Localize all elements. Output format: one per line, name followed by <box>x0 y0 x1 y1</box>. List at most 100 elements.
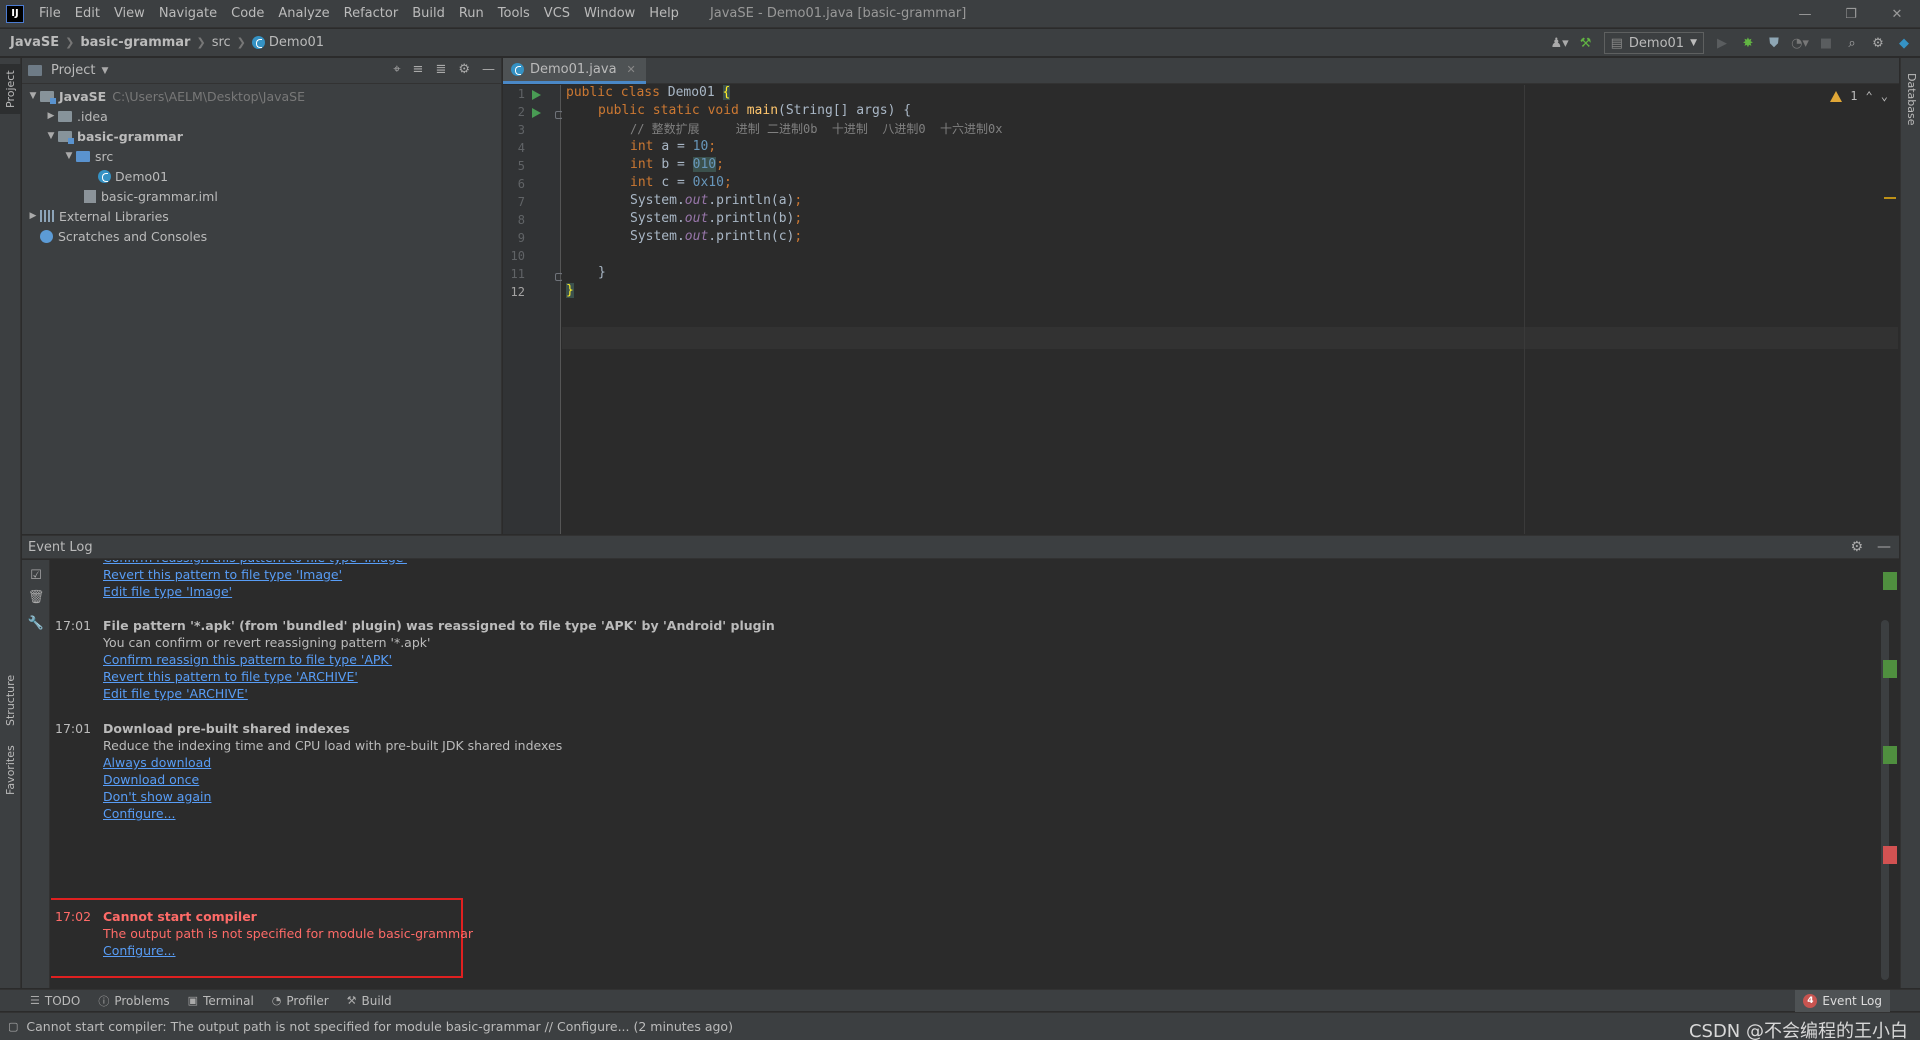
run-configuration-select[interactable]: ▤ Demo01 ▼ <box>1603 32 1704 54</box>
wrench-icon[interactable]: 🔧 <box>28 616 44 631</box>
mark-all-read-icon[interactable]: ☑ <box>29 568 43 583</box>
menu-edit[interactable]: Edit <box>68 0 107 28</box>
debug-icon[interactable]: ✸ <box>1740 35 1756 51</box>
code-editor[interactable]: public class Demo01 { public static void… <box>562 85 1898 534</box>
code-token: 010 <box>692 157 717 172</box>
project-view-icon <box>28 65 42 76</box>
toggle-tool-windows-icon[interactable]: ▢ <box>8 1020 18 1033</box>
project-tool-tab[interactable]: Project <box>0 64 21 114</box>
plugin-logo-icon[interactable]: ◆ <box>1896 35 1912 51</box>
menu-code[interactable]: Code <box>224 0 271 28</box>
menu-run[interactable]: Run <box>452 0 491 28</box>
tab-profiler-label: Profiler <box>286 993 329 1008</box>
event-log-error-count: 4 <box>1803 994 1818 1008</box>
tab-event-log[interactable]: 4 Event Log <box>1795 990 1890 1012</box>
breadcrumb-separator-icon: ❯ <box>236 36 246 49</box>
tree-item-external-libraries[interactable]: ▶ External Libraries <box>22 206 501 226</box>
locate-icon[interactable]: ⌖ <box>393 62 400 77</box>
project-panel-title[interactable]: Project <box>51 63 95 78</box>
chevron-down-icon[interactable]: ▼ <box>62 151 76 161</box>
chevron-up-icon[interactable]: ⌃ <box>1866 89 1873 103</box>
chevron-right-icon[interactable]: ▶ <box>26 211 40 221</box>
tree-item-src[interactable]: ▼ src <box>22 146 501 166</box>
tab-problems[interactable]: ⓘ Problems <box>98 993 169 1009</box>
log-link[interactable]: Configure... <box>103 941 176 961</box>
chevron-down-icon[interactable]: ▼ <box>101 66 108 76</box>
database-tool-tab[interactable]: Database <box>1901 64 1920 134</box>
library-icon <box>40 210 54 222</box>
tree-item-demo01[interactable]: Demo01 <box>22 166 501 186</box>
menu-analyze[interactable]: Analyze <box>271 0 336 28</box>
run-icon[interactable]: ▶ <box>1714 35 1730 51</box>
run-main-icon[interactable] <box>532 108 541 118</box>
chevron-down-icon[interactable]: ⌄ <box>1881 89 1888 103</box>
menu-help[interactable]: Help <box>642 0 686 28</box>
stop-icon[interactable]: ■ <box>1818 35 1834 51</box>
breadcrumb-project[interactable]: JavaSE <box>10 35 59 50</box>
tab-terminal[interactable]: ▣ Terminal <box>188 994 254 1008</box>
coverage-icon[interactable]: ⛊ <box>1766 35 1782 51</box>
tree-item-idea[interactable]: ▶ .idea <box>22 106 501 126</box>
code-token: ; <box>716 157 724 172</box>
log-link[interactable]: Edit file type 'ARCHIVE' <box>103 684 248 704</box>
tab-profiler[interactable]: ◔ Profiler <box>272 994 329 1008</box>
tree-item-basic-grammar[interactable]: ▼ basic-grammar <box>22 126 501 146</box>
menu-view[interactable]: View <box>107 0 152 28</box>
tree-item-javase[interactable]: ▼ JavaSE C:\Users\AELM\Desktop\JavaSE <box>22 86 501 106</box>
code-token: int <box>630 139 662 154</box>
chevron-down-icon[interactable]: ▼ <box>44 131 58 141</box>
log-marker[interactable] <box>1883 746 1897 764</box>
restore-icon[interactable]: ❐ <box>1828 0 1874 28</box>
log-marker[interactable] <box>1883 572 1897 590</box>
hide-panel-icon[interactable]: — <box>1877 539 1891 555</box>
code-token: main <box>746 103 779 118</box>
breadcrumb-class[interactable]: Demo01 <box>269 35 324 50</box>
gear-icon[interactable]: ⚙ <box>1870 35 1886 51</box>
minimize-icon[interactable]: — <box>1782 0 1828 28</box>
log-link[interactable]: Edit file type 'Image' <box>103 582 232 602</box>
gear-icon[interactable]: ⚙ <box>1850 539 1863 555</box>
close-icon[interactable]: ✕ <box>1874 0 1920 28</box>
run-class-icon[interactable] <box>532 90 541 100</box>
breadcrumb-module[interactable]: basic-grammar <box>80 35 190 50</box>
search-icon[interactable]: ⌕ <box>1844 35 1860 51</box>
tab-build[interactable]: ⚒ Build <box>347 994 392 1008</box>
trash-icon[interactable]: 🗑 <box>28 590 45 605</box>
log-marker[interactable] <box>1883 660 1897 678</box>
expand-all-icon[interactable]: ≡ <box>413 62 424 77</box>
tab-demo01-java[interactable]: Demo01.java ✕ <box>503 58 646 84</box>
hide-panel-icon[interactable]: — <box>482 62 495 77</box>
inspection-widget[interactable]: 1 ⌃ ⌄ <box>1830 89 1888 103</box>
menu-window[interactable]: Window <box>577 0 642 28</box>
structure-tool-tab[interactable]: Structure <box>0 668 21 732</box>
line-number: 2 <box>517 105 525 119</box>
favorites-tool-tab[interactable]: Favorites <box>0 738 21 802</box>
tab-problems-label: Problems <box>114 993 170 1008</box>
profiler-icon: ◔ <box>271 994 282 1007</box>
status-message[interactable]: Cannot start compiler: The output path i… <box>26 1019 733 1034</box>
tree-item-scratches[interactable]: Scratches and Consoles <box>22 226 501 246</box>
chevron-right-icon[interactable]: ▶ <box>44 111 58 121</box>
chevron-down-icon[interactable]: ▼ <box>26 91 40 101</box>
log-error-marker[interactable] <box>1883 846 1897 864</box>
code-token: 0x10 <box>692 175 724 190</box>
log-link[interactable]: Configure... <box>103 804 176 824</box>
editor-tab-bar: Demo01.java ✕ <box>503 58 1899 84</box>
menu-navigate[interactable]: Navigate <box>152 0 224 28</box>
menu-tools[interactable]: Tools <box>491 0 537 28</box>
code-token: 10 <box>692 139 709 154</box>
warning-scroll-marker[interactable] <box>1884 197 1896 199</box>
menu-vcs[interactable]: VCS <box>537 0 577 28</box>
profile-icon[interactable]: ◔▾ <box>1791 35 1809 51</box>
gear-icon[interactable]: ⚙ <box>458 62 470 77</box>
close-icon[interactable]: ✕ <box>627 63 636 76</box>
menu-file[interactable]: File <box>32 0 68 28</box>
tree-item-iml[interactable]: basic-grammar.iml <box>22 186 501 206</box>
build-hammer-icon[interactable]: ⚒ <box>1578 35 1594 51</box>
menu-refactor[interactable]: Refactor <box>337 0 406 28</box>
menu-build[interactable]: Build <box>405 0 452 28</box>
breadcrumb-src[interactable]: src <box>212 35 231 50</box>
tab-todo[interactable]: ☰ TODO <box>30 994 80 1008</box>
user-icon[interactable]: ♟▾ <box>1551 35 1569 51</box>
collapse-all-icon[interactable]: ≣ <box>435 62 446 77</box>
